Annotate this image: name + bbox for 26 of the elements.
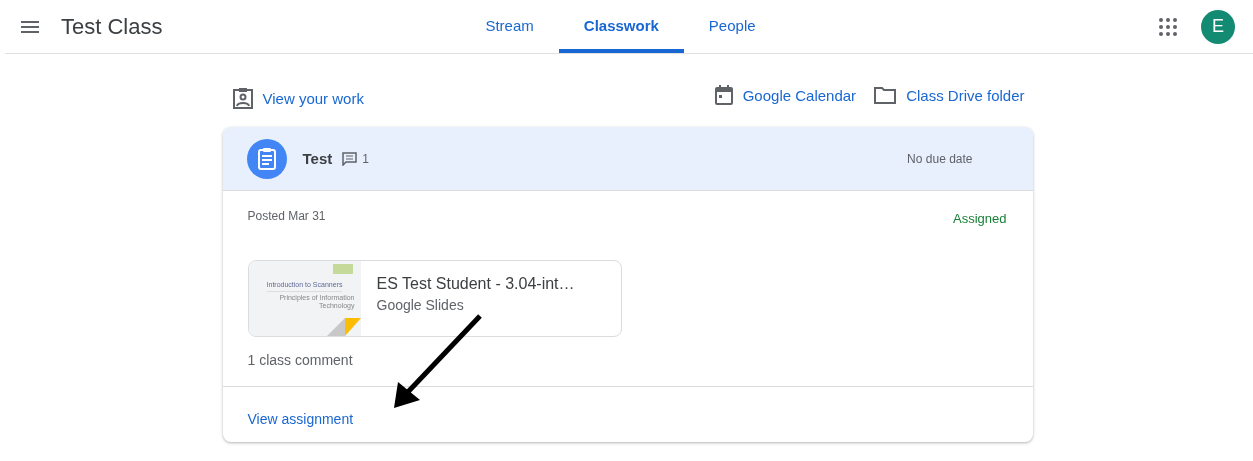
- calendar-icon: [714, 85, 733, 105]
- comment-count: 1: [362, 151, 369, 166]
- link[interactable]: Class Drive folder: [906, 86, 1025, 104]
- class-comment-count: 1 class comment: [247, 352, 354, 368]
- attachment-type: Google Slides: [376, 297, 465, 313]
- nav-tab[interactable]: Stream: [460, 0, 559, 53]
- comment-icon: [342, 151, 358, 166]
- link[interactable]: View your work: [262, 89, 364, 107]
- apps-grid-icon[interactable]: [1159, 17, 1177, 36]
- attachment-title: ES Test Student - 3.04-int…: [376, 275, 575, 293]
- menu-icon[interactable]: [21, 20, 39, 33]
- folder-icon: [874, 86, 897, 104]
- avatar[interactable]: E: [1201, 9, 1235, 44]
- corner-fold-icon: [326, 318, 361, 336]
- card-header[interactable]: Test 1 No due date: [222, 127, 1033, 191]
- assignment-icon: [246, 138, 287, 179]
- class-title: Test Class: [61, 13, 163, 40]
- link[interactable]: Google Calendar: [742, 86, 857, 104]
- view-assignment-link[interactable]: View assignment: [247, 411, 354, 427]
- badge-person-icon: [232, 87, 253, 109]
- assignment-title: Test: [302, 150, 333, 167]
- nav-tab[interactable]: People: [683, 0, 781, 53]
- nav-tab[interactable]: Classwork: [558, 0, 684, 53]
- status-label: Assigned: [953, 211, 1007, 226]
- posted-date: Posted Mar 31: [247, 209, 326, 225]
- due-date: No due date: [907, 151, 974, 166]
